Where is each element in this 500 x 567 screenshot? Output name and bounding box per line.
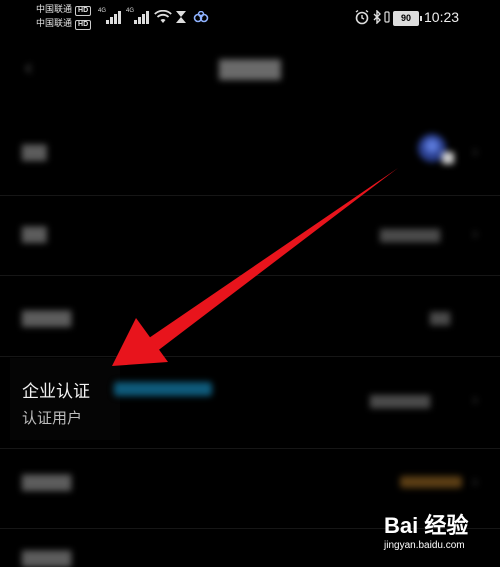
baidu-watermark: Bai 经验 jingyan.baidu.com — [384, 508, 494, 560]
annotation-arrow-icon — [112, 168, 398, 366]
watermark-url: jingyan.baidu.com — [384, 540, 465, 551]
watermark-brand: Bai 经验 — [384, 513, 469, 538]
